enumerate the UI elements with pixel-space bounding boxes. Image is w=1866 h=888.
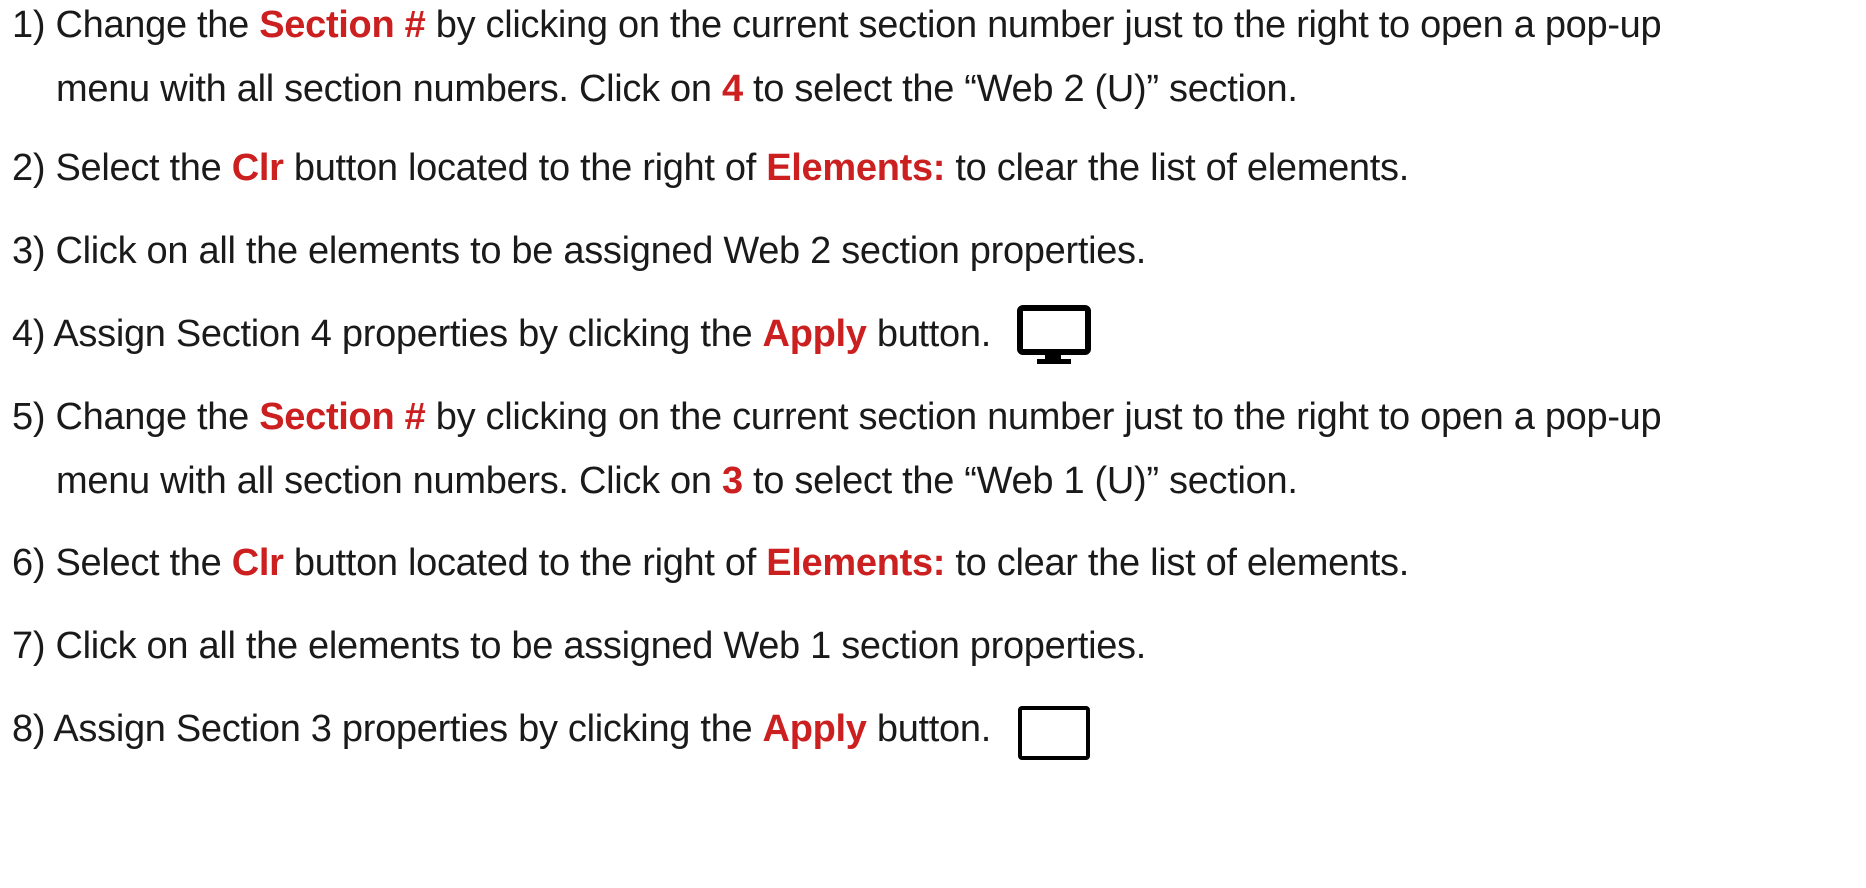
- highlight-apply-button: Apply: [762, 708, 867, 750]
- highlight-section-label: Section #: [259, 396, 426, 438]
- step-number: 4): [12, 313, 46, 355]
- step-continuation: menu with all section numbers. Click on …: [12, 50, 1661, 128]
- highlight-section-label: Section #: [259, 4, 426, 46]
- step-text: Click on all the elements to be assigned…: [55, 625, 1147, 667]
- highlight-elements-label: Elements:: [766, 542, 946, 584]
- highlight-clr-button: Clr: [231, 542, 284, 584]
- step-text: to select the “Web 1 (U)” section.: [742, 460, 1298, 502]
- step-text: menu with all section numbers. Click on: [56, 460, 722, 502]
- step-text: Assign Section 3 properties by clicking …: [53, 708, 763, 750]
- step-2: 2) Select the Clr button located to the …: [12, 129, 1409, 207]
- step-text: to select the “Web 2 (U)” section.: [742, 68, 1298, 110]
- step-7: 7) Click on all the elements to be assig…: [12, 607, 1146, 685]
- step-text: Click on all the elements to be assigned…: [55, 230, 1147, 272]
- step-text: Assign Section 4 properties by clicking …: [53, 313, 763, 355]
- step-number: 2): [12, 147, 46, 189]
- highlight-apply-button: Apply: [762, 313, 867, 355]
- step-number: 7): [12, 625, 46, 667]
- highlight-section-number: 4: [721, 68, 743, 110]
- step-text: button located to the right of: [283, 147, 767, 189]
- highlight-elements-label: Elements:: [766, 147, 946, 189]
- step-number: 5): [12, 396, 46, 438]
- step-number: 3): [12, 230, 46, 272]
- step-text: button.: [866, 708, 991, 750]
- step-text: to clear the list of elements.: [945, 542, 1409, 584]
- step-text: by clicking on the current section numbe…: [425, 4, 1662, 46]
- step-continuation: menu with all section numbers. Click on …: [12, 442, 1661, 520]
- step-4: 4) Assign Section 4 properties by clicki…: [12, 295, 1093, 373]
- step-text: button.: [866, 313, 991, 355]
- step-number: 1): [12, 4, 46, 46]
- step-text: menu with all section numbers. Click on: [56, 68, 722, 110]
- step-text: Change the: [55, 4, 260, 46]
- step-text: Change the: [55, 396, 260, 438]
- monitor-icon: [1017, 303, 1093, 369]
- step-number: 8): [12, 708, 46, 750]
- step-text: to clear the list of elements.: [945, 147, 1409, 189]
- step-3: 3) Click on all the elements to be assig…: [12, 212, 1146, 290]
- highlight-clr-button: Clr: [231, 147, 284, 189]
- highlight-section-number: 3: [721, 460, 743, 502]
- step-1: 1) Change the Section # by clicking on t…: [12, 0, 1662, 128]
- step-text: Select the: [55, 542, 232, 584]
- step-text: by clicking on the current section numbe…: [425, 396, 1662, 438]
- step-number: 6): [12, 542, 46, 584]
- step-text: button located to the right of: [283, 542, 767, 584]
- empty-box-icon: [1017, 698, 1093, 764]
- step-8: 8) Assign Section 3 properties by clicki…: [12, 690, 1093, 768]
- step-text: Select the: [55, 147, 232, 189]
- step-6: 6) Select the Clr button located to the …: [12, 524, 1409, 602]
- step-5: 5) Change the Section # by clicking on t…: [12, 378, 1662, 520]
